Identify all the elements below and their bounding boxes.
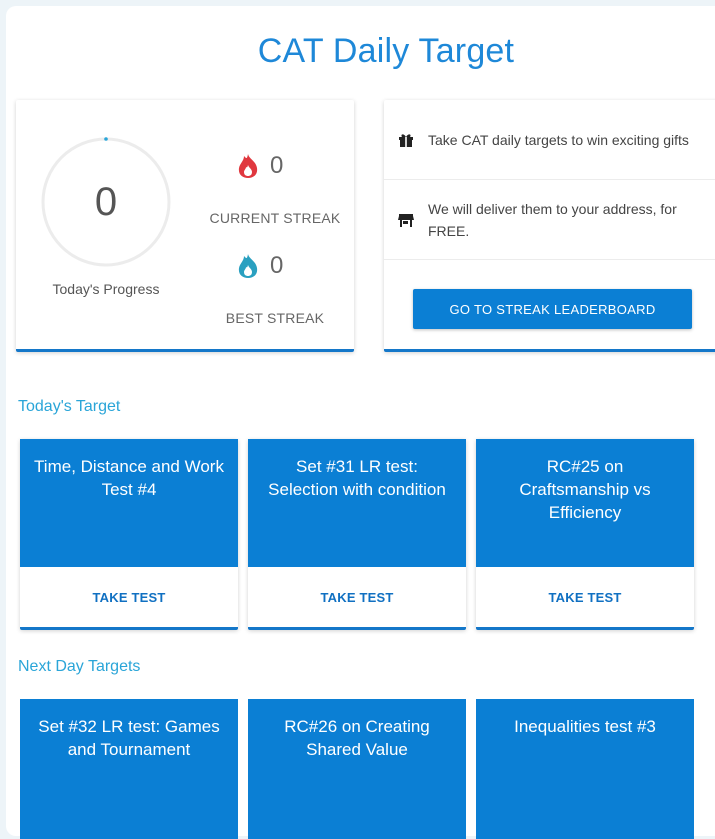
streak-leaderboard-button[interactable]: GO TO STREAK LEADERBOARD	[413, 289, 692, 329]
gift-icon	[399, 133, 413, 147]
current-streak-value: 0	[270, 152, 284, 179]
progress-label: Today's Progress	[52, 281, 160, 297]
target-card[interactable]: RC#25 on Craftsmanship vs Efficiency TAK…	[476, 439, 694, 630]
best-streak-label: BEST STREAK	[225, 310, 325, 326]
delivery-info-row: We will deliver them to your address, fo…	[384, 180, 715, 260]
target-name: RC#25 on Craftsmanship vs Efficiency	[476, 439, 694, 567]
gift-info-row: Take CAT daily targets to win exciting g…	[384, 100, 715, 180]
target-name: Set #31 LR test: Selection with conditio…	[248, 439, 466, 567]
gifts-card: Take CAT daily targets to win exciting g…	[384, 100, 715, 352]
take-test-button[interactable]: TAKE TEST	[20, 567, 238, 627]
store-icon	[398, 213, 414, 227]
next-target-card[interactable]: Inequalities test #3	[476, 699, 694, 839]
daily-target-page: CAT Daily Target 0 Today's Progress 0 CU…	[6, 6, 715, 839]
flame-icon	[238, 254, 258, 278]
flame-icon	[238, 154, 258, 178]
progress-value: 0	[94, 179, 118, 224]
progress-card: 0 Today's Progress 0 CURRENT STREAK 0 BE…	[16, 100, 354, 352]
todays-target-heading: Today's Target	[18, 398, 121, 415]
current-streak-label: CURRENT STREAK	[209, 210, 341, 226]
next-target-card[interactable]: RC#26 on Creating Shared Value	[248, 699, 466, 839]
target-card[interactable]: Time, Distance and Work Test #4 TAKE TES…	[20, 439, 238, 630]
target-name: Time, Distance and Work Test #4	[20, 439, 238, 567]
current-streak: 0	[236, 152, 283, 180]
next-target-card[interactable]: Set #32 LR test: Games and Tournament	[20, 699, 238, 839]
next-day-targets-heading: Next Day Targets	[18, 658, 141, 675]
take-test-button[interactable]: TAKE TEST	[248, 567, 466, 627]
page-title: CAT Daily Target	[257, 32, 515, 70]
take-test-button[interactable]: TAKE TEST	[476, 567, 694, 627]
best-streak: 0	[236, 252, 283, 280]
best-streak-value: 0	[270, 252, 284, 279]
delivery-info-text: We will deliver them to your address, fo…	[428, 200, 677, 239]
gift-info-text: Take CAT daily targets to win exciting g…	[428, 131, 689, 148]
target-card[interactable]: Set #31 LR test: Selection with conditio…	[248, 439, 466, 630]
